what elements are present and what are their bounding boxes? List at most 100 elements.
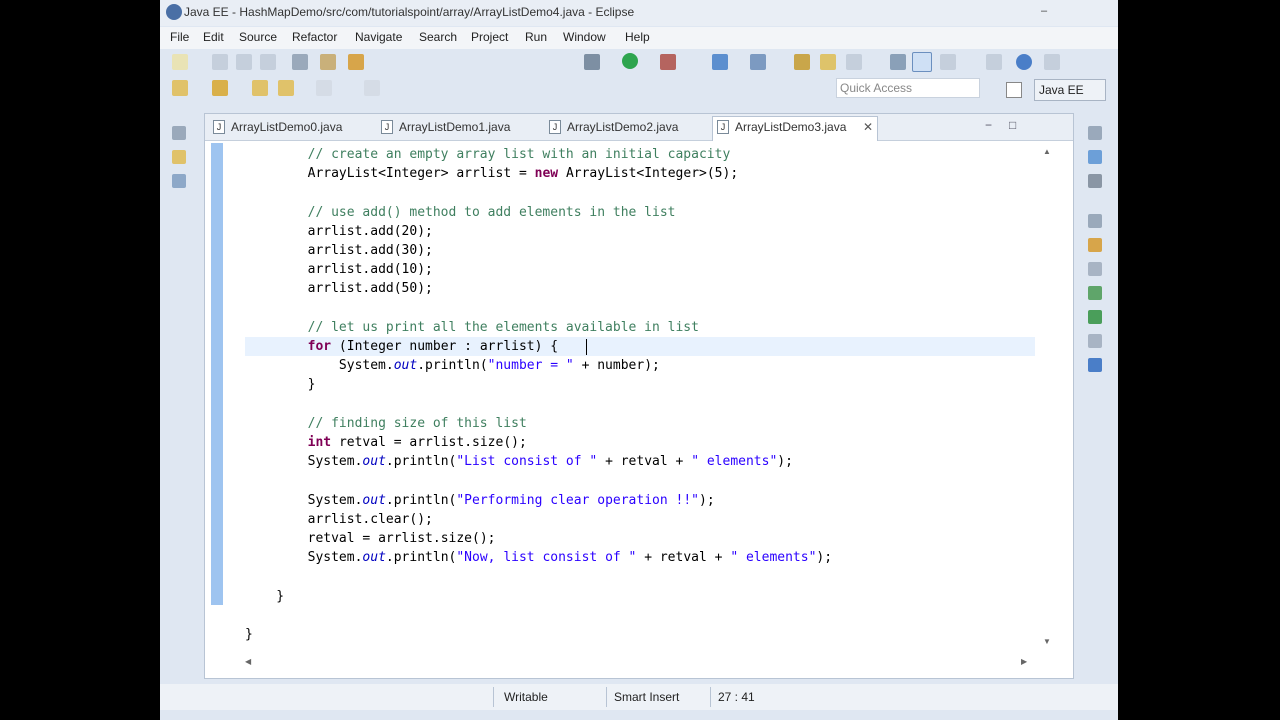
code-string: "Now, list consist of " (456, 550, 637, 566)
open-folder-icon[interactable] (820, 54, 836, 70)
new-class-icon[interactable] (750, 54, 766, 70)
code-line: } (245, 588, 285, 604)
close-tab-icon[interactable]: ✕ (863, 117, 873, 137)
tab-label: ArrayListDemo0.java (231, 120, 343, 134)
code-line: // use add() method to add elements in t… (245, 203, 676, 222)
menu-navigate[interactable]: Navigate (355, 30, 402, 44)
restore-outline-icon[interactable] (1088, 126, 1102, 140)
code-line: arrlist.add(10); (307, 262, 433, 278)
open-perspective-icon[interactable] (1006, 82, 1022, 98)
restore-console-icon[interactable] (1088, 214, 1102, 228)
menu-source[interactable]: Source (239, 30, 277, 44)
code-line: } (245, 377, 316, 393)
horizontal-scrollbar[interactable]: ◀ ▶ (245, 655, 1035, 669)
markers-icon[interactable] (1088, 238, 1102, 252)
code-field: out (393, 358, 418, 374)
scroll-up-icon[interactable]: ▲ (1043, 147, 1051, 156)
status-separator (493, 687, 494, 707)
tab-arraylistdemo2[interactable]: J ArrayListDemo2.java (545, 117, 705, 139)
code-keyword: new (534, 166, 559, 182)
scroll-right-icon[interactable]: ▶ (1021, 657, 1027, 666)
menu-refactor[interactable]: Refactor (292, 30, 337, 44)
menu-run[interactable]: Run (525, 30, 547, 44)
menu-window[interactable]: Window (563, 30, 606, 44)
properties-icon[interactable] (1088, 262, 1102, 276)
quick-access-input[interactable]: Quick Access (836, 78, 980, 98)
menu-help[interactable]: Help (625, 30, 650, 44)
tab-label: ArrayListDemo3.java (735, 120, 847, 134)
java-editor: J ArrayListDemo0.java J ArrayListDemo1.j… (204, 113, 1074, 679)
back-history-icon[interactable] (278, 80, 294, 96)
code-comment: // finding size of this list (307, 415, 527, 431)
java-file-icon: J (717, 120, 729, 134)
globe-icon[interactable] (1016, 54, 1032, 70)
restore-icon[interactable] (172, 126, 186, 140)
annotation-icon[interactable] (172, 80, 188, 96)
java-file-icon: J (381, 120, 393, 134)
code-line: retval = arrlist.size(); (307, 531, 496, 546)
pin-editor-icon[interactable] (364, 80, 380, 96)
java-file-icon: J (213, 120, 225, 134)
scroll-left-icon[interactable]: ◀ (245, 657, 251, 666)
new-icon[interactable] (172, 54, 188, 70)
menu-edit[interactable]: Edit (203, 30, 224, 44)
code-line: System.out.println("List consist of " + … (307, 454, 793, 470)
toggle-mark-icon[interactable] (912, 52, 932, 72)
menu-search[interactable]: Search (419, 30, 457, 44)
browser-icon[interactable] (1044, 54, 1060, 70)
wrench-icon[interactable] (292, 54, 308, 70)
open-type-icon[interactable] (794, 54, 810, 70)
tab-arraylistdemo3[interactable]: J ArrayListDemo3.java ✕ (712, 116, 878, 141)
print-icon[interactable] (260, 54, 276, 70)
minimize-editor-icon[interactable]: − (985, 118, 992, 132)
menu-bar: File Edit Source Refactor Navigate Searc… (160, 27, 1118, 49)
menu-file[interactable]: File (170, 30, 189, 44)
code-line: arrlist.add(30); (307, 243, 433, 258)
code-string: " elements" (691, 454, 778, 470)
status-bar: Writable Smart Insert 27 : 41 (160, 684, 1118, 710)
back-icon[interactable] (252, 80, 268, 96)
snippets-icon[interactable] (1088, 334, 1102, 348)
build-icon[interactable] (320, 54, 336, 70)
next-annotation-icon[interactable] (212, 80, 228, 96)
tab-arraylistdemo0[interactable]: J ArrayListDemo0.java (209, 117, 369, 139)
right-trim-bar (1080, 116, 1114, 376)
servers-icon[interactable] (1088, 286, 1102, 300)
debug-icon[interactable] (584, 54, 600, 70)
data-source-icon[interactable] (1088, 310, 1102, 324)
forward-history-icon[interactable] (316, 80, 332, 96)
code-line: arrlist.add(50); (307, 281, 433, 297)
left-trim-bar (164, 116, 196, 192)
outline-icon[interactable] (1088, 150, 1102, 164)
code-line: // finding size of this list (245, 414, 527, 433)
toggle-icon[interactable] (348, 54, 364, 70)
status-separator (606, 687, 607, 707)
maximize-editor-icon[interactable]: □ (1009, 118, 1016, 132)
minimize-window-button[interactable]: – (1034, 5, 1054, 19)
code-line: // let us print all the elements availab… (245, 318, 699, 337)
code-line: arrlist.add(20); (307, 223, 433, 239)
menu-project[interactable]: Project (471, 30, 508, 44)
java-file-icon: J (549, 120, 561, 134)
tab-label: ArrayListDemo1.java (399, 120, 511, 134)
vertical-scrollbar[interactable]: ▲ ▼ (1041, 145, 1055, 650)
forward-icon[interactable] (940, 54, 956, 70)
tab-arraylistdemo1[interactable]: J ArrayListDemo1.java (377, 117, 537, 139)
new-server-icon[interactable] (712, 54, 728, 70)
status-writable: Writable (504, 690, 548, 704)
search-icon[interactable] (846, 54, 862, 70)
save-icon[interactable] (212, 54, 228, 70)
save-all-icon[interactable] (236, 54, 252, 70)
task-icon[interactable] (986, 54, 1002, 70)
code-area[interactable]: // create an empty array list with an in… (205, 145, 1035, 650)
java-ee-perspective-button[interactable]: Java EE (1034, 79, 1106, 101)
package-explorer-icon[interactable] (172, 150, 186, 164)
code-comment: // use add() method to add elements in t… (307, 204, 676, 220)
scroll-down-icon[interactable]: ▼ (1043, 637, 1051, 646)
pin-icon[interactable] (890, 54, 906, 70)
run-icon[interactable] (622, 53, 638, 69)
hierarchy-icon[interactable] (172, 174, 186, 188)
console-icon[interactable] (1088, 358, 1102, 372)
external-tools-icon[interactable] (660, 54, 676, 70)
task-list-icon[interactable] (1088, 174, 1102, 188)
